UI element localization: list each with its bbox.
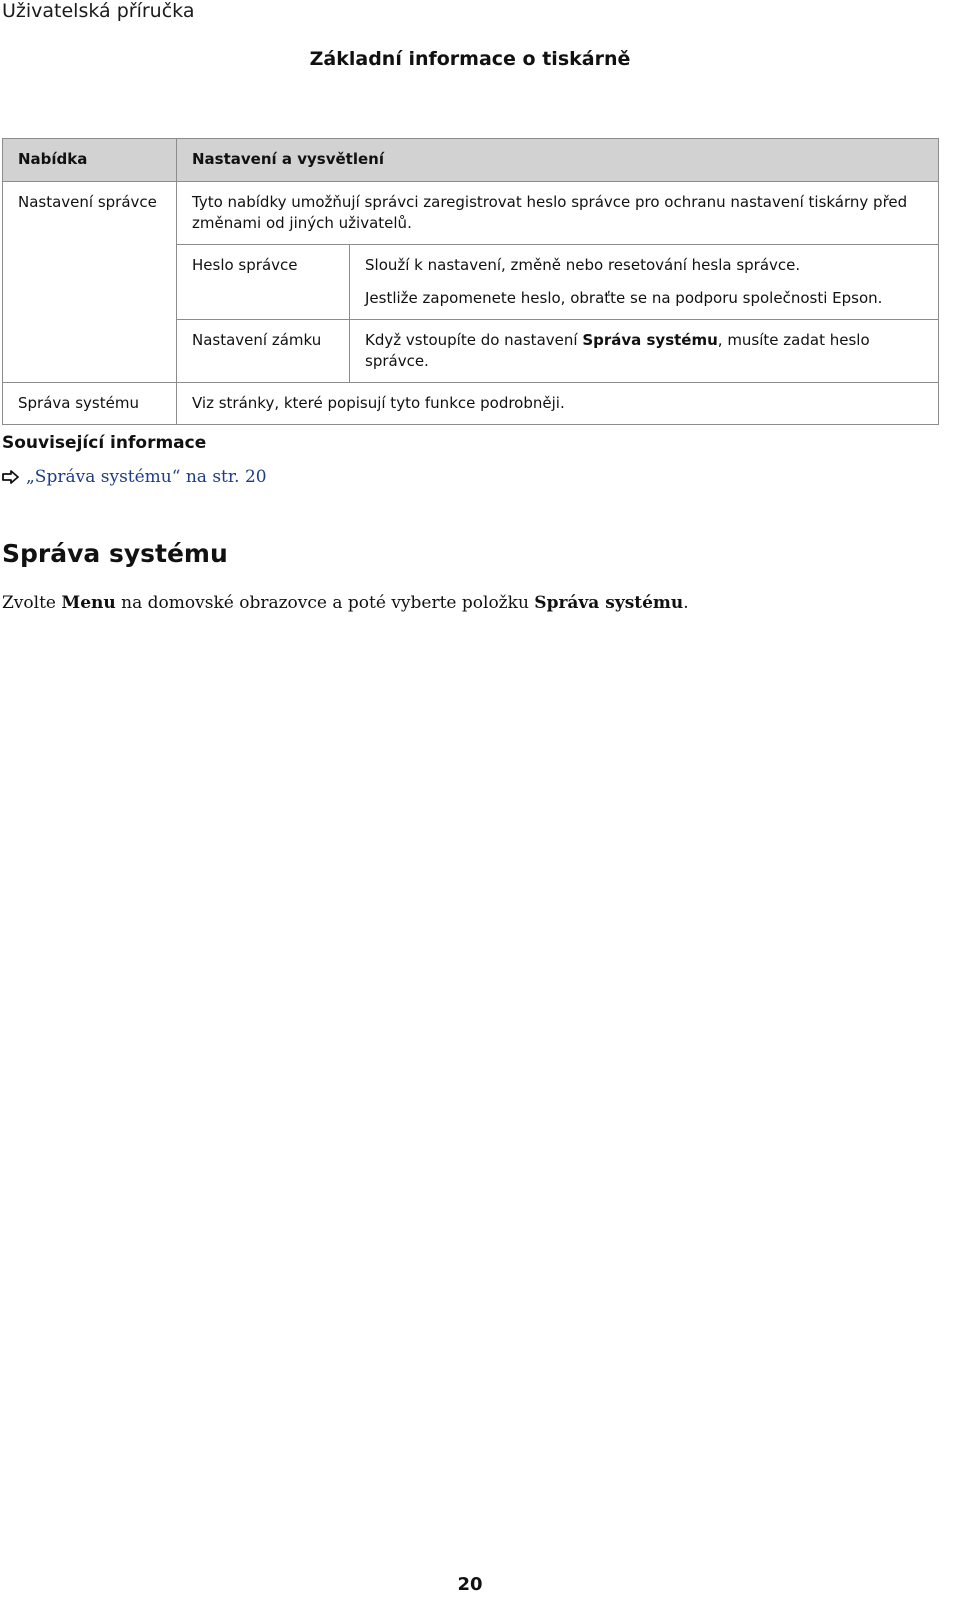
table-header-row: Nabídka Nastavení a vysvětlení	[2, 138, 939, 182]
para-bold-menu: Menu	[61, 593, 116, 613]
lock-text-bold: Správa systému	[582, 331, 718, 349]
related-info-title: Související informace	[2, 433, 207, 453]
menu-settings-table: Nabídka Nastavení a vysvětlení Nastavení…	[2, 138, 939, 425]
subitem-admin-password: Heslo správce	[176, 244, 350, 320]
para-text-1: Zvolte	[2, 593, 62, 613]
system-admin-paragraph: Zvolte Menu na domovské obrazovce a poté…	[2, 591, 932, 615]
row-label-system-admin: Správa systému	[2, 382, 177, 425]
para-bold-system-admin: Správa systému	[534, 593, 684, 613]
lock-text-before: Když vstoupíte do nastavení	[365, 331, 583, 349]
lock-settings-description: Když vstoupíte do nastavení Správa systé…	[349, 319, 939, 383]
system-admin-description: Viz stránky, které popisují tyto funkce …	[176, 382, 939, 425]
page-number: 20	[457, 1574, 483, 1595]
para-text-3: .	[683, 593, 689, 613]
admin-settings-description: Tyto nabídky umožňují správci zaregistro…	[176, 181, 939, 245]
system-admin-heading: Správa systému	[2, 539, 228, 568]
subitem-lock-settings: Nastavení zámku	[176, 319, 350, 383]
arrow-right-icon	[2, 470, 19, 484]
header-menu: Nabídka	[2, 138, 177, 182]
para-text-2: na domovské obrazovce a poté vyberte pol…	[115, 593, 535, 613]
header-settings: Nastavení a vysvětlení	[176, 138, 939, 182]
table-row: Nastavení správce Tyto nabídky umožňují …	[2, 181, 939, 383]
section-heading: Základní informace o tiskárně	[309, 48, 631, 70]
table-row: Správa systému Viz stránky, které popisu…	[2, 382, 939, 425]
related-link-system-admin[interactable]: „Správa systému“ na str. 20	[2, 466, 267, 488]
running-header: Uživatelská příručka	[2, 0, 195, 22]
related-link-text: „Správa systému“ na str. 20	[26, 467, 267, 487]
row-label-admin-settings: Nastavení správce	[2, 181, 177, 383]
admin-password-line1: Slouží k nastavení, změně nebo resetován…	[365, 256, 801, 274]
admin-password-description: Slouží k nastavení, změně nebo resetován…	[349, 244, 939, 320]
admin-password-line2: Jestliže zapomenete heslo, obraťte se na…	[365, 289, 883, 307]
